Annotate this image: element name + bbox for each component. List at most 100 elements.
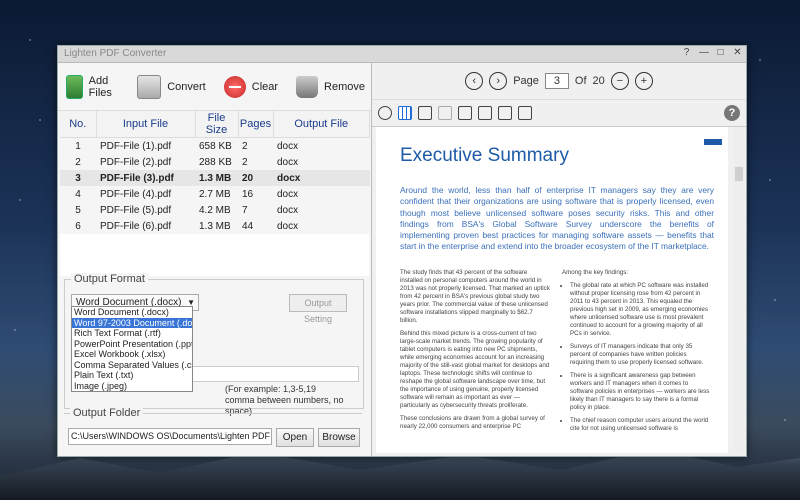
list-item: There is a significant awareness gap bet… [570,372,712,412]
rotate-page-icon[interactable] [438,106,452,120]
table-row[interactable]: 2 PDF-File (2).pdf 288 KB 2 docx [60,154,370,170]
doc-paragraph: The study finds that 43 percent of the s… [400,269,550,324]
page-navigation: ‹ › Page 3 Of 20 − + [372,63,746,100]
fit-page-icon[interactable] [478,106,492,120]
document-lead-paragraph: Around the world, less than half of ente… [400,185,714,252]
findings-list: The global rate at which PC software was… [562,282,712,433]
clear-button[interactable]: Clear [223,75,278,98]
total-pages: 20 [592,75,605,87]
col-pages-header[interactable]: Pages [238,111,274,138]
row-file-size: 2.7 MB [199,188,231,200]
row-output-file: docx [277,188,299,200]
format-option-doc[interactable]: Word 97-2003 Document (.doc) [72,317,192,328]
table-row[interactable]: 5 PDF-File (5).pdf 4.2 MB 7 docx [60,202,370,218]
view-toolbar: ? [372,100,746,127]
add-files-button[interactable]: Add Files [66,74,119,99]
convert-icon [137,74,162,99]
file-list-empty-area[interactable] [60,234,369,276]
window-controls: ? — □ ✕ [682,47,742,58]
page-settings-icon[interactable] [498,106,512,120]
table-header-row: No. Input File File Size Pages Output Fi… [60,111,370,138]
page-label: Page [513,75,539,87]
grid-view-icon[interactable] [398,106,412,120]
row-input-file: PDF-File (3).pdf [96,170,195,186]
row-output-file: docx [277,140,299,152]
trash-icon [296,75,319,98]
row-no: 4 [75,188,81,200]
row-output-file: docx [277,156,299,168]
col-no-header[interactable]: No. [60,111,97,138]
format-option-csv[interactable]: Comma Separated Values (.csv) [72,360,192,371]
single-page-icon[interactable] [518,106,532,120]
image-view-icon[interactable] [418,106,432,120]
row-pages: 2 [242,140,248,152]
output-folder-group: Output Folder C:\Users\WINDOWS OS\Docume… [64,407,362,454]
open-folder-button[interactable]: Open [276,428,314,447]
table-row[interactable]: 1 PDF-File (1).pdf 658 KB 2 docx [60,138,370,155]
row-pages: 7 [242,204,248,216]
list-item: Surveys of IT managers indicate that onl… [570,343,712,367]
row-input-file: PDF-File (2).pdf [100,156,172,168]
previous-page-icon[interactable]: ‹ [465,72,484,90]
zoom-out-icon[interactable]: − [610,72,629,90]
row-pages: 44 [242,220,254,232]
close-button[interactable]: ✕ [733,47,742,58]
row-file-size: 4.2 MB [199,204,231,216]
table-row[interactable]: 6 PDF-File (6).pdf 1.3 MB 44 docx [60,218,370,234]
page-range-hint-line1: (For example: 1,3-5,19 [225,384,317,394]
preview-panel: ‹ › Page 3 Of 20 − + ? Executive Summary… [372,63,746,456]
file-table: No. Input File File Size Pages Output Fi… [60,111,370,234]
document-heading: Executive Summary [400,145,569,166]
row-pages: 20 [238,170,273,186]
row-no: 5 [75,204,81,216]
convert-button[interactable]: Convert [137,74,206,99]
row-output-file: docx [277,220,299,232]
maximize-button[interactable]: □ [716,47,725,58]
add-files-label: Add Files [88,74,112,99]
clear-icon [223,75,246,98]
format-option-pptx[interactable]: PowerPoint Presentation (.pptx) [72,339,192,350]
zoom-in-icon[interactable]: + [634,72,653,90]
doc-paragraph: Among the key findings: [562,269,629,276]
remove-button[interactable]: Remove [296,75,365,98]
row-input-file: PDF-File (4).pdf [100,188,172,200]
list-item: The chief reason computer users around t… [570,417,712,433]
current-page-input[interactable]: 3 [544,73,569,89]
of-label: Of [574,75,587,87]
help-icon[interactable]: ? [724,105,740,121]
browse-button[interactable]: Browse [318,428,360,447]
row-file-size: 1.3 MB [199,220,231,232]
eye-view-icon[interactable] [378,106,392,120]
row-file-size: 1.3 MB [195,170,238,186]
format-option-jpeg[interactable]: Image (.jpeg) [72,381,192,392]
row-input-file: PDF-File (1).pdf [100,140,172,152]
page-header-mark [704,139,722,145]
format-option-xlsx[interactable]: Excel Workbook (.xlsx) [72,349,192,360]
help-button[interactable]: ? [682,47,691,58]
col-input-header[interactable]: Input File [96,111,196,138]
col-output-header[interactable]: Output File [273,111,370,138]
table-row[interactable]: 4 PDF-File (4).pdf 2.7 MB 16 docx [60,186,370,202]
format-option-docx[interactable]: Word Document (.docx) [72,307,192,318]
next-page-icon[interactable]: › [489,72,508,90]
pdf-page-preview: Executive Summary Around the world, less… [376,127,728,453]
scrollbar-thumb[interactable] [735,167,743,181]
output-folder-path-input[interactable]: C:\Users\WINDOWS OS\Documents\Lighten PD… [68,428,272,445]
list-item: The global rate at which PC software was… [570,282,712,338]
col-size-header[interactable]: File Size [195,111,239,138]
output-setting-button[interactable]: Output Setting [289,294,347,324]
minimize-button[interactable]: — [699,47,709,58]
row-file-size: 288 KB [199,156,232,168]
title-bar: Lighten PDF Converter ? — □ ✕ [58,46,746,63]
row-no: 1 [75,140,81,152]
doc-paragraph: These conclusions are drawn from a globa… [400,415,545,430]
row-no: 6 [75,220,81,232]
fit-width-icon[interactable] [458,106,472,120]
preview-scrollbar[interactable] [734,127,744,453]
format-option-rtf[interactable]: Rich Text Format (.rtf) [72,328,192,339]
format-option-txt[interactable]: Plain Text (.txt) [72,370,192,381]
main-toolbar: Add Files Convert Clear Remove [58,63,371,111]
table-row-selected[interactable]: 3 PDF-File (3).pdf 1.3 MB 20 docx [60,170,370,186]
left-panel: Add Files Convert Clear Remove No. Input… [58,63,372,456]
row-output-file: docx [277,204,299,216]
